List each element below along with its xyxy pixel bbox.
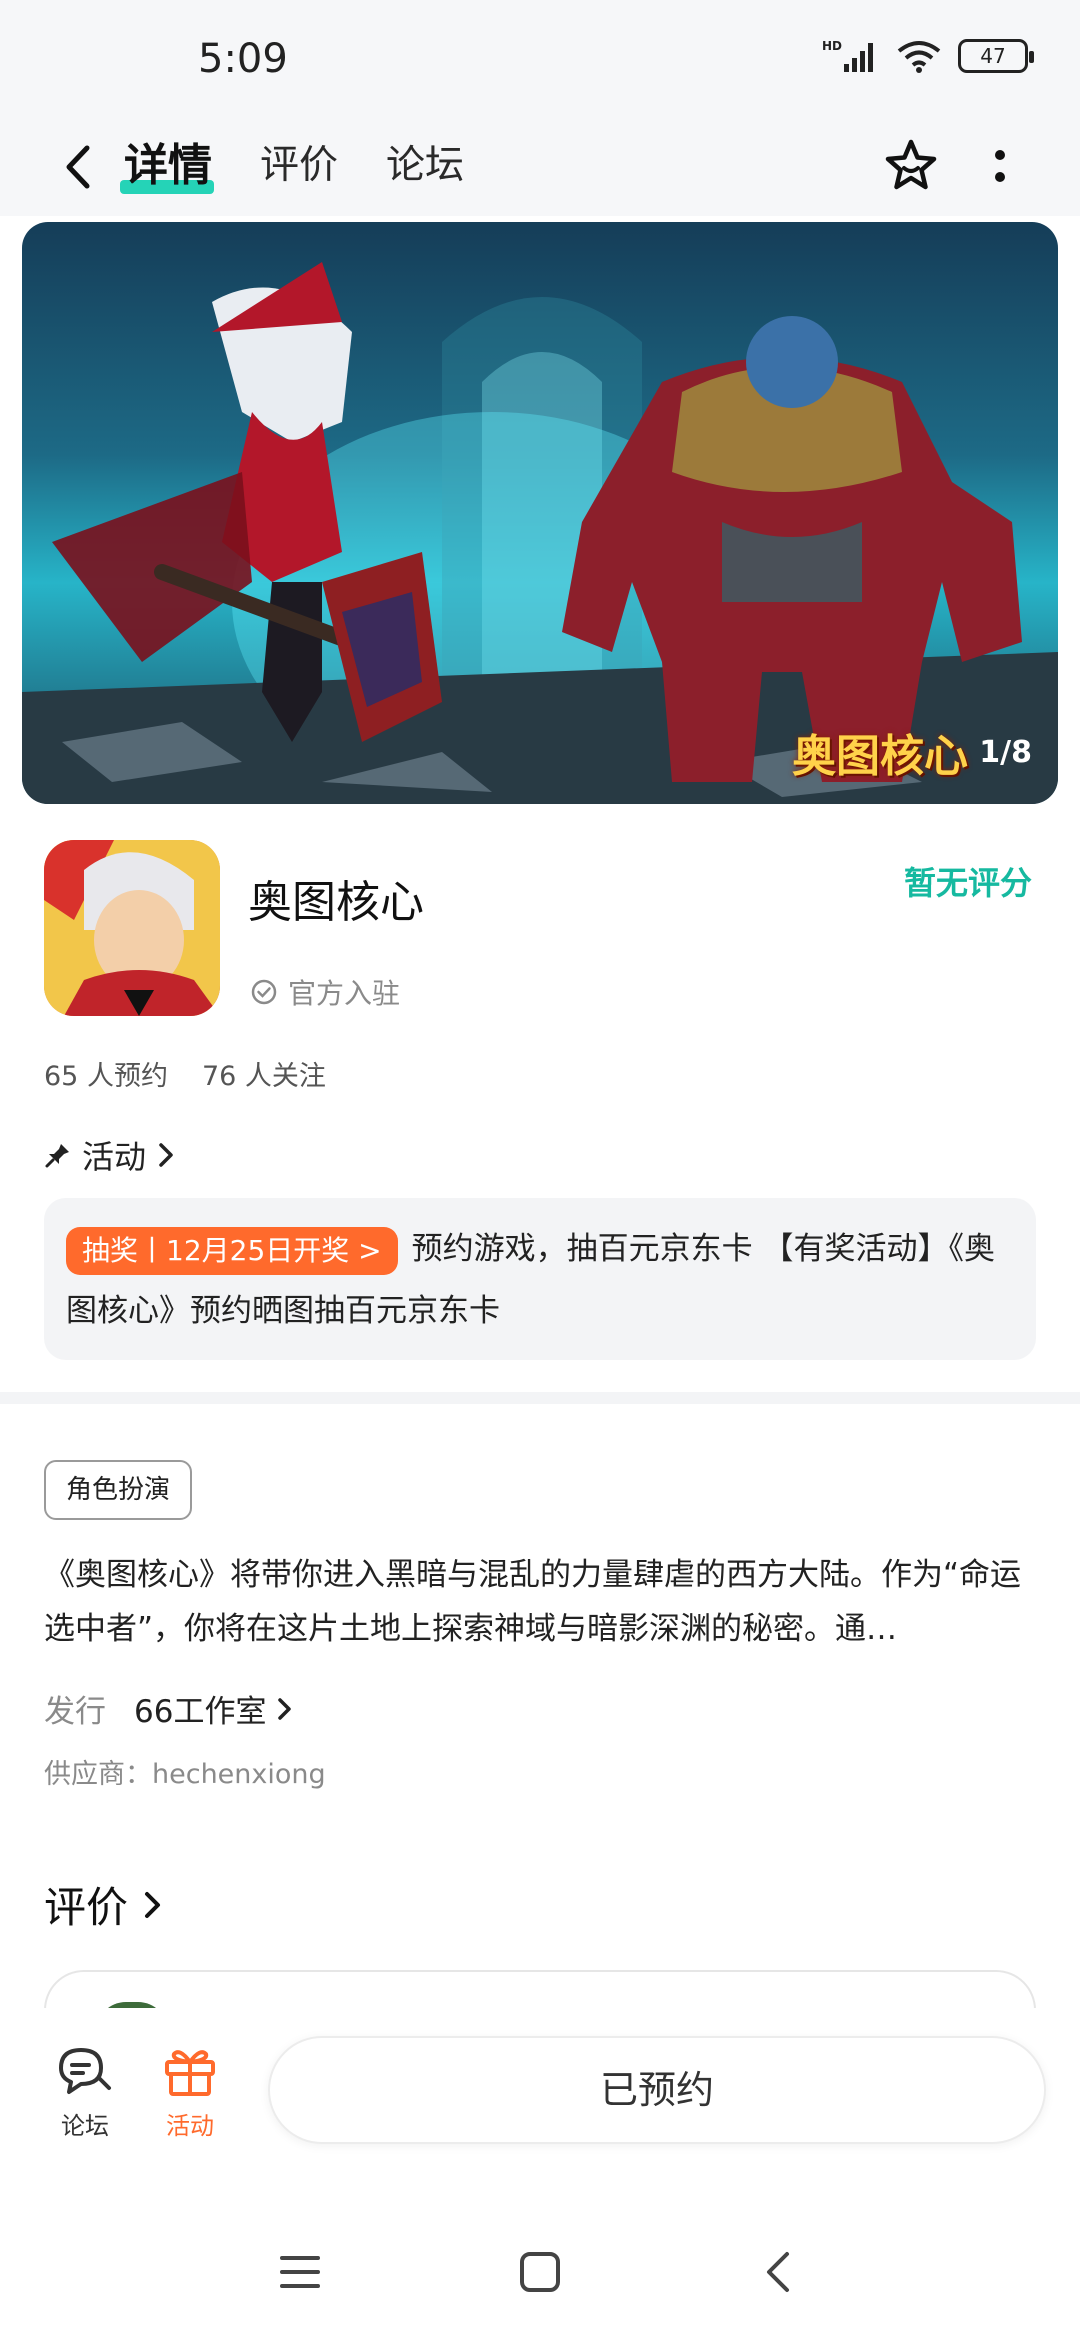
chevron-right-icon bbox=[159, 1143, 173, 1167]
battery-icon: 47 bbox=[958, 39, 1034, 73]
app-name: 奥图核心 bbox=[248, 877, 424, 928]
publisher-row[interactable]: 发行 66工作室 bbox=[44, 1686, 294, 1731]
back-button[interactable] bbox=[48, 130, 108, 204]
back-triangle-icon bbox=[767, 2252, 789, 2292]
forum-chat-icon bbox=[59, 2048, 111, 2094]
verified-check-icon bbox=[251, 979, 277, 1005]
star-icon bbox=[885, 139, 937, 190]
official-badge: 官方入驻 bbox=[250, 972, 400, 1012]
signal-icon: HD bbox=[822, 39, 873, 72]
activity-card[interactable]: 抽奖丨12月25日开奖 > 预约游戏，抽百元京东卡 【有奖活动】《奥图核心》预约晒… bbox=[44, 1198, 1036, 1360]
status-time: 5:09 bbox=[198, 36, 288, 82]
media-banner[interactable]: 奥图核心 1/8 bbox=[22, 222, 1058, 804]
banner-artwork bbox=[22, 262, 1058, 804]
section-divider bbox=[0, 1392, 1080, 1404]
lottery-badge[interactable]: 抽奖丨12月25日开奖 > bbox=[66, 1226, 398, 1275]
reserved-button[interactable]: 已预约 bbox=[268, 2036, 1046, 2144]
reviews-heading: 评价 bbox=[44, 1883, 129, 1932]
chevron-right-icon bbox=[278, 1697, 292, 1720]
banner-counter: 1/8 bbox=[979, 735, 1032, 770]
favorite-button[interactable] bbox=[876, 126, 946, 206]
activity-content: 抽奖丨12月25日开奖 > 预约游戏，抽百元京东卡 【有奖活动】《奥图核心》预约晒… bbox=[66, 1218, 1014, 1342]
forum-button-label: 论坛 bbox=[61, 2112, 109, 2140]
tab-details[interactable]: 详情 bbox=[124, 134, 212, 198]
app-stats: 65 人预约 76 人关注 bbox=[44, 1054, 326, 1093]
follower-count: 76 人关注 bbox=[201, 1061, 326, 1092]
system-navigation-bar bbox=[0, 2200, 1080, 2340]
reviews-section-link[interactable]: 评价 bbox=[44, 1874, 164, 1935]
tab-forum[interactable]: 论坛 bbox=[386, 134, 464, 198]
activity-section-link[interactable]: 活动 bbox=[44, 1132, 176, 1178]
tab-reviews[interactable]: 评价 bbox=[260, 134, 338, 198]
gift-icon bbox=[165, 2050, 215, 2096]
chevron-left-icon bbox=[66, 145, 90, 189]
activity-section-label: 活动 bbox=[82, 1138, 147, 1176]
status-icons: HD 47 bbox=[822, 38, 1034, 74]
genre-tag[interactable]: 角色扮演 bbox=[44, 1460, 193, 1520]
rating-status: 暂无评分 bbox=[904, 864, 1033, 902]
more-options-button[interactable] bbox=[980, 126, 1020, 206]
home-square-icon bbox=[520, 2252, 560, 2292]
app-icon-artwork bbox=[44, 840, 220, 1016]
recent-apps-button[interactable] bbox=[270, 2242, 330, 2302]
publisher-name: 66工作室 bbox=[134, 1694, 267, 1730]
top-nav: 详情 评价 论坛 bbox=[0, 120, 1080, 216]
home-button[interactable] bbox=[510, 2242, 570, 2302]
status-bar: 5:09 HD 47 bbox=[0, 0, 1080, 120]
activity-button[interactable]: 活动 bbox=[145, 2044, 235, 2141]
activity-button-label: 活动 bbox=[166, 2112, 214, 2140]
chevron-right-icon bbox=[145, 1891, 161, 1918]
app-icon bbox=[44, 840, 220, 1016]
supplier-info: 供应商：hechenxiong bbox=[44, 1759, 326, 1790]
wifi-icon bbox=[897, 41, 941, 73]
bottom-action-bar: 论坛 活动 已预约 bbox=[0, 2008, 1080, 2178]
more-vertical-icon bbox=[995, 150, 1005, 182]
reservation-count: 65 人预约 bbox=[44, 1061, 168, 1092]
game-description[interactable]: 《奥图核心》将带你进入黑暗与混乱的力量肆虐的西方大陆。作为“命运选中者”，你将在… bbox=[44, 1548, 1036, 1656]
menu-icon bbox=[280, 2256, 320, 2288]
official-label: 官方入驻 bbox=[288, 977, 401, 1010]
pin-icon bbox=[45, 1144, 69, 1168]
forum-button[interactable]: 论坛 bbox=[40, 2044, 130, 2141]
svg-text:HD: HD bbox=[822, 39, 842, 53]
system-back-button[interactable] bbox=[748, 2242, 808, 2302]
banner-game-logo: 奥图核心 bbox=[792, 731, 968, 782]
publisher-link[interactable]: 66工作室 bbox=[134, 1686, 294, 1731]
publisher-label: 发行 bbox=[44, 1694, 106, 1730]
